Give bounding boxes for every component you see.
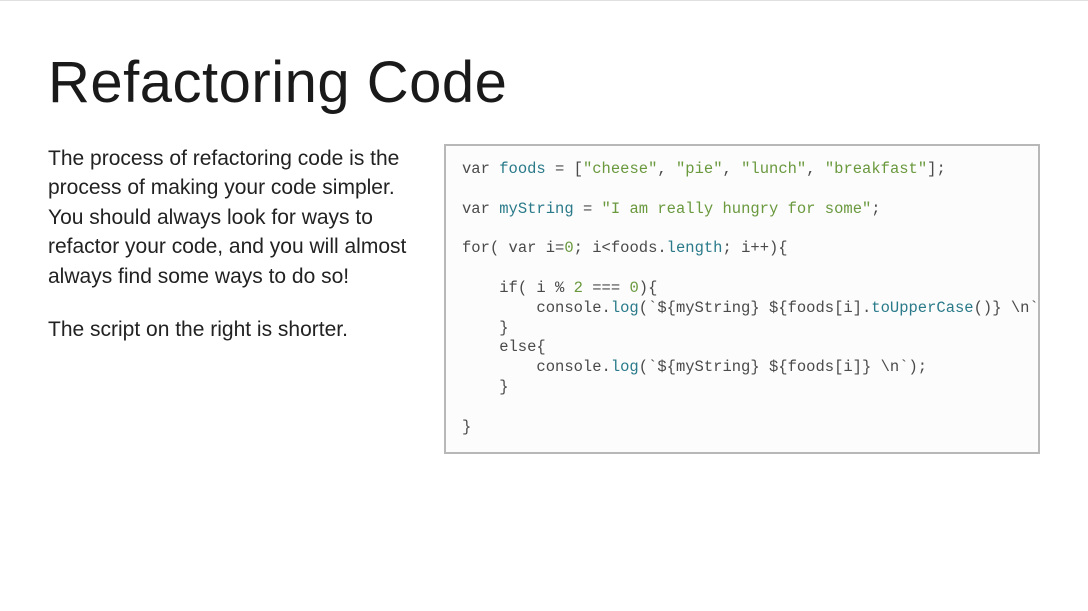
code-token: = xyxy=(574,200,602,218)
code-token: myString xyxy=(499,200,573,218)
code-token: `${myString} ${foods[i]. xyxy=(648,299,871,317)
code-token: foods xyxy=(499,160,546,178)
code-token: , xyxy=(723,160,742,178)
code-token: if xyxy=(462,279,518,297)
code-token: { xyxy=(536,338,545,356)
code-token: 0 xyxy=(629,279,638,297)
code-token: ( xyxy=(490,239,509,257)
code-token: `${myString} ${foods[i]} \n` xyxy=(648,358,908,376)
code-token: ; i<foods. xyxy=(574,239,667,257)
code-token: ; xyxy=(871,200,880,218)
code-token: = [ xyxy=(546,160,583,178)
slide-container: Refactoring Code The process of refactor… xyxy=(0,1,1088,611)
code-token: console. xyxy=(462,358,611,376)
code-token: } xyxy=(462,418,471,436)
code-token: ()} \n` xyxy=(974,299,1039,317)
code-token: console. xyxy=(462,299,611,317)
code-token: ); xyxy=(909,358,928,376)
code-token: , xyxy=(806,160,825,178)
code-token: log xyxy=(611,358,639,376)
paragraph-1: The process of refactoring code is the p… xyxy=(48,144,408,291)
content-row: The process of refactoring code is the p… xyxy=(48,144,1040,454)
code-token: 2 xyxy=(574,279,583,297)
code-token: i xyxy=(536,239,555,257)
code-token: "I am really hungry for some" xyxy=(602,200,872,218)
code-block: var foods = ["cheese", "pie", "lunch", "… xyxy=(444,144,1040,454)
code-token: ); xyxy=(1039,299,1040,317)
code-token: toUpperCase xyxy=(871,299,973,317)
code-token: ( xyxy=(639,358,648,376)
code-token: } xyxy=(462,319,509,337)
code-token: var xyxy=(462,160,490,178)
code-token: else xyxy=(462,338,536,356)
code-token: = xyxy=(555,239,564,257)
code-token: "breakfast" xyxy=(825,160,927,178)
code-token: var xyxy=(462,200,490,218)
code-token: "pie" xyxy=(676,160,723,178)
code-token: } xyxy=(462,378,509,396)
code-token: ( xyxy=(639,299,648,317)
paragraph-2: The script on the right is shorter. xyxy=(48,315,408,344)
code-token: log xyxy=(611,299,639,317)
code-token: "lunch" xyxy=(741,160,806,178)
code-token: var xyxy=(509,239,537,257)
code-token: ){ xyxy=(639,279,658,297)
code-token: === xyxy=(583,279,630,297)
code-token: "cheese" xyxy=(583,160,657,178)
slide-title: Refactoring Code xyxy=(48,49,1040,116)
code-token: for xyxy=(462,239,490,257)
code-token: length xyxy=(667,239,723,257)
code-token: , xyxy=(657,160,676,178)
code-token: 0 xyxy=(564,239,573,257)
code-token: ]; xyxy=(927,160,946,178)
text-column: The process of refactoring code is the p… xyxy=(48,144,408,368)
code-token: ; i++){ xyxy=(722,239,787,257)
code-token: ( i % xyxy=(518,279,574,297)
